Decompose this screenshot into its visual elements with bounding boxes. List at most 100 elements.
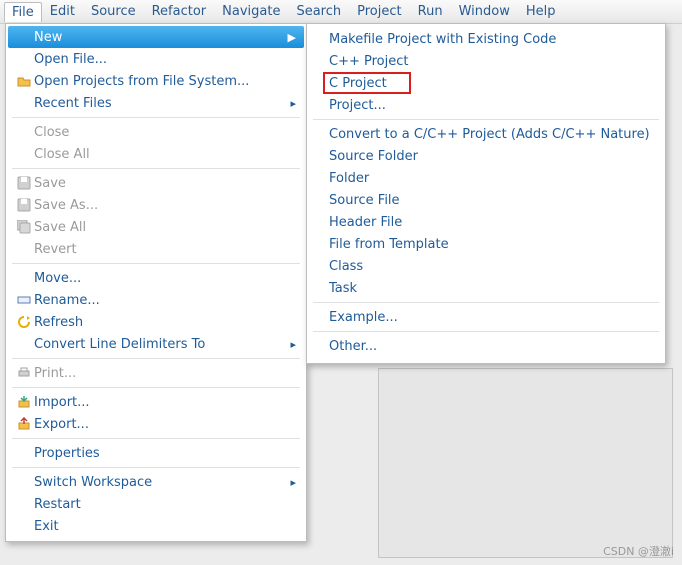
menu-item-label: Other... bbox=[329, 339, 655, 354]
menu-help[interactable]: Help bbox=[518, 1, 564, 22]
menu-item-label: Refresh bbox=[34, 315, 296, 330]
menu-item-revert: Revert bbox=[6, 238, 306, 260]
menu-item-label: Rename... bbox=[34, 293, 296, 308]
menu-item-label: Move... bbox=[34, 271, 296, 286]
submenu-item-source-file[interactable]: Source File bbox=[307, 189, 665, 211]
menu-item-label: Export... bbox=[34, 417, 296, 432]
submenu-item-class[interactable]: Class bbox=[307, 255, 665, 277]
submenu-item-convert-c[interactable]: Convert to a C/C++ Project (Adds C/C++ N… bbox=[307, 123, 665, 145]
menu-item-save: Save bbox=[6, 172, 306, 194]
submenu-item-project[interactable]: Project... bbox=[307, 94, 665, 116]
import-icon bbox=[14, 395, 34, 409]
menu-item-open-file[interactable]: Open File... bbox=[6, 48, 306, 70]
submenu-item-makefile-project[interactable]: Makefile Project with Existing Code bbox=[307, 28, 665, 50]
submenu-item-header-file[interactable]: Header File bbox=[307, 211, 665, 233]
menu-item-export[interactable]: Export... bbox=[6, 413, 306, 435]
menu-item-label: Folder bbox=[329, 171, 655, 186]
save-as-icon bbox=[14, 198, 34, 212]
menu-item-label: Header File bbox=[329, 215, 655, 230]
menu-run[interactable]: Run bbox=[410, 1, 451, 22]
menu-item-close-all: Close All bbox=[6, 143, 306, 165]
menu-separator bbox=[12, 387, 300, 388]
menu-project[interactable]: Project bbox=[349, 1, 409, 22]
menu-item-close: Close bbox=[6, 121, 306, 143]
menu-item-label: New bbox=[34, 30, 288, 45]
menu-item-convert-delimiters[interactable]: Convert Line Delimiters To ▸ bbox=[6, 333, 306, 355]
menu-item-refresh[interactable]: Refresh bbox=[6, 311, 306, 333]
watermark: CSDN @澄澈i bbox=[603, 543, 674, 559]
menu-item-properties[interactable]: Properties bbox=[6, 442, 306, 464]
menu-item-open-projects[interactable]: Open Projects from File System... bbox=[6, 70, 306, 92]
menu-item-new[interactable]: New ▶ bbox=[8, 26, 304, 48]
menu-item-rename[interactable]: Rename... bbox=[6, 289, 306, 311]
menu-separator bbox=[12, 168, 300, 169]
save-all-icon bbox=[14, 220, 34, 234]
menu-item-label: Properties bbox=[34, 446, 296, 461]
menu-item-recent-files[interactable]: Recent Files ▸ bbox=[6, 92, 306, 114]
new-submenu: Makefile Project with Existing Code C++ … bbox=[306, 23, 666, 364]
menu-separator bbox=[12, 358, 300, 359]
menu-item-label: C++ Project bbox=[329, 54, 655, 69]
menu-item-label: Source File bbox=[329, 193, 655, 208]
folder-open-icon bbox=[14, 75, 34, 87]
submenu-item-example[interactable]: Example... bbox=[307, 306, 665, 328]
menu-item-exit[interactable]: Exit bbox=[6, 515, 306, 537]
export-icon bbox=[14, 417, 34, 431]
menu-navigate[interactable]: Navigate bbox=[214, 1, 288, 22]
menu-separator bbox=[12, 467, 300, 468]
menu-separator bbox=[313, 331, 659, 332]
menu-item-print: Print... bbox=[6, 362, 306, 384]
submenu-item-other[interactable]: Other... bbox=[307, 335, 665, 357]
menu-item-label: Makefile Project with Existing Code bbox=[329, 32, 655, 47]
submenu-item-cpp-project[interactable]: C++ Project bbox=[307, 50, 665, 72]
menu-item-move[interactable]: Move... bbox=[6, 267, 306, 289]
submenu-arrow-icon: ▶ bbox=[288, 31, 296, 44]
submenu-item-c-project[interactable]: C Project bbox=[307, 72, 665, 94]
menu-item-label: Import... bbox=[34, 395, 296, 410]
submenu-arrow-icon: ▸ bbox=[290, 97, 296, 110]
menu-item-label: Print... bbox=[34, 366, 296, 381]
submenu-item-source-folder[interactable]: Source Folder bbox=[307, 145, 665, 167]
menu-edit[interactable]: Edit bbox=[42, 1, 83, 22]
menu-file[interactable]: File bbox=[4, 2, 42, 22]
save-icon bbox=[14, 176, 34, 190]
menu-search[interactable]: Search bbox=[288, 1, 349, 22]
menu-item-label: Exit bbox=[34, 519, 296, 534]
menu-source[interactable]: Source bbox=[83, 1, 144, 22]
refresh-icon bbox=[14, 315, 34, 329]
submenu-arrow-icon: ▸ bbox=[290, 476, 296, 489]
menu-item-import[interactable]: Import... bbox=[6, 391, 306, 413]
menu-item-label: Close All bbox=[34, 147, 296, 162]
menubar: File Edit Source Refactor Navigate Searc… bbox=[0, 0, 682, 24]
menu-item-label: Close bbox=[34, 125, 296, 140]
menu-item-label: File from Template bbox=[329, 237, 655, 252]
menu-item-save-as: Save As... bbox=[6, 194, 306, 216]
print-icon bbox=[14, 367, 34, 379]
menu-item-label: C Project bbox=[329, 76, 655, 91]
menu-item-label: Convert to a C/C++ Project (Adds C/C++ N… bbox=[329, 127, 655, 142]
menu-item-label: Project... bbox=[329, 98, 655, 113]
menu-separator bbox=[12, 117, 300, 118]
menu-separator bbox=[313, 302, 659, 303]
submenu-arrow-icon: ▸ bbox=[290, 338, 296, 351]
menu-refactor[interactable]: Refactor bbox=[144, 1, 215, 22]
menu-item-label: Example... bbox=[329, 310, 655, 325]
submenu-item-file-from-template[interactable]: File from Template bbox=[307, 233, 665, 255]
menu-item-label: Convert Line Delimiters To bbox=[34, 337, 290, 352]
menu-item-label: Switch Workspace bbox=[34, 475, 290, 490]
submenu-item-task[interactable]: Task bbox=[307, 277, 665, 299]
menu-window[interactable]: Window bbox=[451, 1, 518, 22]
menu-item-label: Save All bbox=[34, 220, 296, 235]
file-menu-dropdown: New ▶ Open File... Open Projects from Fi… bbox=[5, 23, 307, 542]
menu-item-label: Recent Files bbox=[34, 96, 290, 111]
menu-item-label: Class bbox=[329, 259, 655, 274]
menu-separator bbox=[12, 438, 300, 439]
menu-item-label: Open File... bbox=[34, 52, 296, 67]
submenu-item-folder[interactable]: Folder bbox=[307, 167, 665, 189]
menu-item-restart[interactable]: Restart bbox=[6, 493, 306, 515]
menu-item-label: Save As... bbox=[34, 198, 296, 213]
menu-item-switch-workspace[interactable]: Switch Workspace ▸ bbox=[6, 471, 306, 493]
menu-item-label: Revert bbox=[34, 242, 296, 257]
menu-separator bbox=[313, 119, 659, 120]
menu-item-label: Save bbox=[34, 176, 296, 191]
